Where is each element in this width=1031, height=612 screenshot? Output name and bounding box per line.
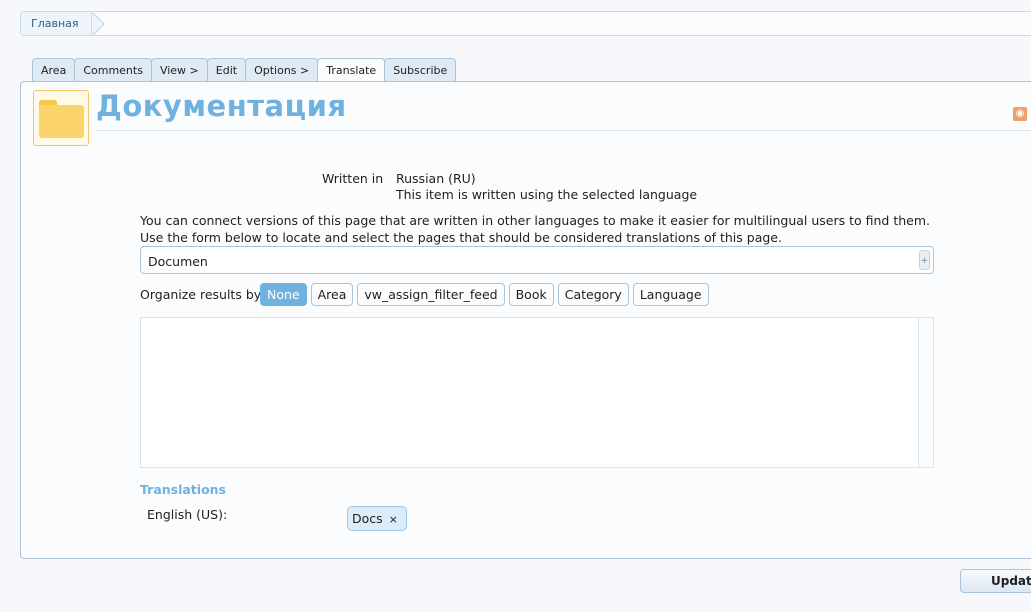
rss-icon[interactable]: ◉: [1013, 107, 1027, 121]
organize-area-button[interactable]: Area: [310, 283, 354, 306]
title-divider: [96, 130, 1031, 131]
close-icon[interactable]: ×: [389, 513, 398, 526]
tab-options[interactable]: Options >: [245, 58, 319, 81]
organize-options: None Area vw_assign_filter_feed Book Cat…: [260, 283, 709, 306]
results-list[interactable]: [140, 317, 934, 468]
tab-translate[interactable]: Translate: [317, 58, 386, 83]
organize-label: Organize results by:: [140, 287, 265, 302]
organize-language-button[interactable]: Language: [632, 283, 709, 306]
tab-edit[interactable]: Edit: [206, 58, 247, 81]
folder-icon: [33, 90, 89, 146]
page-title: Документация: [96, 89, 347, 123]
breadcrumb-home[interactable]: Главная: [21, 12, 92, 35]
written-in-label: Written in: [322, 171, 384, 186]
tab-view[interactable]: View >: [150, 58, 208, 81]
breadcrumb: Главная: [20, 11, 1031, 36]
search-box: +: [140, 246, 934, 274]
tab-subscribe[interactable]: Subscribe: [384, 58, 457, 81]
update-button[interactable]: Update: [960, 569, 1031, 593]
search-input[interactable]: [146, 251, 910, 271]
organize-filter-feed-button[interactable]: vw_assign_filter_feed: [357, 283, 505, 306]
translations-heading: Translations: [140, 482, 226, 497]
organize-book-button[interactable]: Book: [508, 283, 554, 306]
translation-chip-label: Docs: [352, 511, 383, 526]
plus-icon[interactable]: +: [919, 250, 930, 270]
tab-area[interactable]: Area: [32, 58, 76, 81]
organize-none-button[interactable]: None: [260, 283, 307, 306]
translation-chip[interactable]: Docs ×: [347, 506, 407, 531]
breadcrumb-separator-inner: [92, 13, 103, 35]
translate-description: You can connect versions of this page th…: [140, 213, 930, 245]
language-note: This item is written using the selected …: [396, 187, 698, 202]
language-value: Russian (RU): [396, 171, 476, 186]
tab-comments[interactable]: Comments: [74, 58, 152, 81]
translation-language-label: English (US):: [147, 507, 228, 522]
results-scrollbar[interactable]: [918, 318, 933, 467]
tab-bar: Area Comments View > Edit Options > Tran…: [32, 58, 457, 83]
organize-category-button[interactable]: Category: [557, 283, 629, 306]
